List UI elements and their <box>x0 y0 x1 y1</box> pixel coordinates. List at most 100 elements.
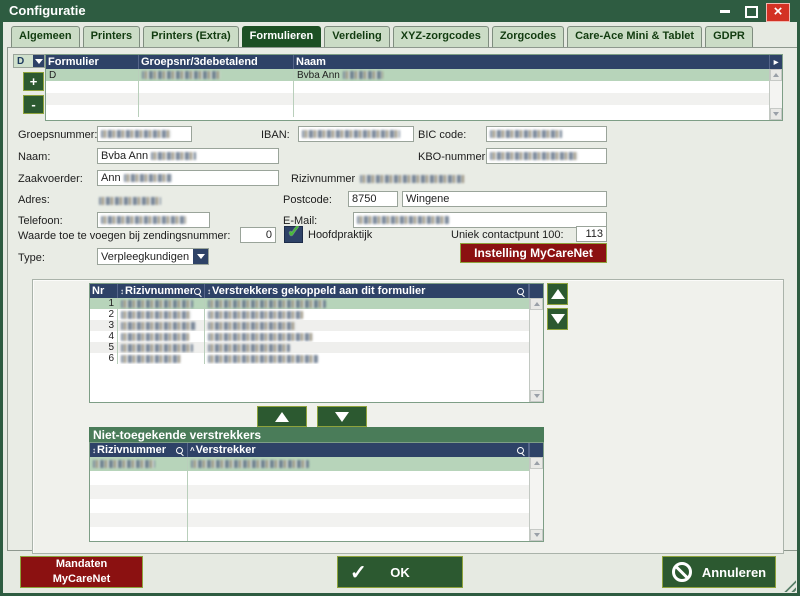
scroll-up-button[interactable] <box>530 457 543 469</box>
title-bar[interactable]: Configuratie × <box>0 0 800 22</box>
table-row[interactable]: 5 <box>90 342 543 353</box>
remove-form-button[interactable]: - <box>23 95 44 114</box>
column-header-formulier[interactable]: Formulier <box>46 55 139 69</box>
column-header-verstrekker[interactable]: ^Verstrekker <box>188 443 529 457</box>
minimize-button[interactable] <box>714 3 736 20</box>
annuleren-button[interactable]: Annuleren <box>662 556 776 588</box>
redacted-text <box>124 174 172 182</box>
tab-formulieren[interactable]: Formulieren <box>242 26 322 48</box>
scroll-down-button[interactable] <box>530 529 543 541</box>
linked-table-scrollbar[interactable] <box>529 298 543 402</box>
zendingsnummer-input[interactable]: 0 <box>240 227 276 243</box>
instelling-mycarenet-button[interactable]: Instelling MyCareNet <box>460 243 607 263</box>
email-input[interactable] <box>353 212 607 228</box>
table-row[interactable] <box>90 499 543 513</box>
move-row-down-button[interactable] <box>547 308 568 330</box>
table-row[interactable] <box>90 527 543 541</box>
forms-table: Formulier Groepsnr/3debetalend Naam ▶ D … <box>45 54 783 121</box>
tab-gdpr[interactable]: GDPR <box>705 26 753 48</box>
search-icon[interactable] <box>517 447 524 454</box>
hoofdpraktijk-checkbox[interactable]: ✓ <box>284 226 303 243</box>
rizivnummer-value-redacted <box>360 175 465 183</box>
arrow-up-icon <box>534 302 540 306</box>
table-row[interactable]: 3 <box>90 320 543 331</box>
scroll-down-button[interactable] <box>530 390 543 402</box>
ok-button[interactable]: ✓ OK <box>337 556 463 588</box>
iban-input[interactable] <box>298 126 414 142</box>
postcode-input[interactable]: 8750 <box>348 191 398 207</box>
redacted-text <box>121 355 181 363</box>
adres-label: Adres: <box>18 194 50 206</box>
linked-verstrekkers-table: Nr ↕Rizivnummer ↕Verstrekkers gekoppeld … <box>89 283 544 403</box>
column-header-naam[interactable]: Naam <box>294 55 769 69</box>
maximize-button[interactable] <box>740 3 762 20</box>
table-row[interactable] <box>90 485 543 499</box>
zaakvoerder-input[interactable]: Ann <box>97 170 279 186</box>
column-header-rizivnummer[interactable]: ↕Rizivnummer <box>90 443 188 457</box>
table-row[interactable]: 6 <box>90 353 543 364</box>
uniek-contactpunt-input[interactable]: 113 <box>576 226 607 242</box>
redacted-text <box>93 460 155 468</box>
assign-verstrekker-button[interactable] <box>257 406 307 427</box>
close-button[interactable]: × <box>766 3 790 22</box>
linked-table-header[interactable]: Nr ↕Rizivnummer ↕Verstrekkers gekoppeld … <box>90 284 543 298</box>
tab-zorgcodes[interactable]: Zorgcodes <box>492 26 564 48</box>
scroll-down-button[interactable] <box>770 108 782 120</box>
unassigned-table-scrollbar[interactable] <box>529 457 543 541</box>
rizivnummer-label: Rizivnummer <box>291 173 355 185</box>
column-header-verstrekkers[interactable]: ↕Verstrekkers gekoppeld aan dit formulie… <box>205 284 529 298</box>
scroll-up-button[interactable] <box>530 298 543 310</box>
naam-input[interactable]: Bvba Ann <box>97 148 279 164</box>
unassigned-table-header[interactable]: ↕Rizivnummer ^Verstrekker <box>90 443 543 457</box>
type-select[interactable]: Verpleegkundigen <box>97 248 209 265</box>
search-icon[interactable] <box>517 288 524 295</box>
arrow-up-icon <box>773 73 779 77</box>
table-row[interactable]: D Bvba Ann <box>46 69 782 81</box>
form-letter-select[interactable]: D <box>13 54 45 68</box>
table-row[interactable]: 2 <box>90 309 543 320</box>
table-row[interactable] <box>46 81 782 93</box>
telefoon-input[interactable] <box>97 212 210 228</box>
table-row[interactable] <box>90 471 543 485</box>
bic-input[interactable] <box>486 126 607 142</box>
search-icon[interactable] <box>176 447 183 454</box>
table-row[interactable] <box>46 105 782 117</box>
type-dropdown-button[interactable] <box>193 249 208 264</box>
scroll-up-button[interactable] <box>770 69 782 81</box>
forms-table-header[interactable]: Formulier Groepsnr/3debetalend Naam ▶ <box>46 55 782 69</box>
redacted-text <box>151 152 196 160</box>
tab-page-formulieren: D + - Formulier Groepsnr/3debetalend Naa… <box>7 47 798 551</box>
resize-grip[interactable] <box>783 579 796 592</box>
arrow-up-icon <box>275 412 289 422</box>
tab-printers[interactable]: Printers <box>83 26 141 48</box>
table-row[interactable]: 4 <box>90 331 543 342</box>
header-scroll-right-button[interactable]: ▶ <box>769 55 782 69</box>
column-header-nr[interactable]: Nr <box>90 284 118 298</box>
kbo-input[interactable] <box>486 148 607 164</box>
tab-algemeen[interactable]: Algemeen <box>11 26 80 48</box>
forms-table-scrollbar[interactable] <box>769 69 782 120</box>
table-row[interactable] <box>90 457 543 471</box>
column-header-rizivnummer[interactable]: ↕Rizivnummer <box>118 284 205 298</box>
gemeente-input[interactable]: Wingene <box>402 191 607 207</box>
tab-xyz-zorgcodes[interactable]: XYZ-zorgcodes <box>393 26 489 48</box>
header-spacer <box>529 284 543 298</box>
table-row[interactable] <box>46 93 782 105</box>
redacted-text <box>208 322 296 330</box>
groepsnummer-input[interactable] <box>97 126 192 142</box>
tab-verdeling[interactable]: Verdeling <box>324 26 390 48</box>
maximize-icon <box>745 6 758 18</box>
tab-printers-extra[interactable]: Printers (Extra) <box>143 26 238 48</box>
redacted-text <box>302 130 400 138</box>
unassign-verstrekker-button[interactable] <box>317 406 367 427</box>
add-form-button[interactable]: + <box>23 72 44 91</box>
column-header-groepsnr[interactable]: Groepsnr/3debetalend <box>139 55 294 69</box>
table-row[interactable] <box>90 513 543 527</box>
move-row-up-button[interactable] <box>547 283 568 305</box>
table-row[interactable]: 1 <box>90 298 543 309</box>
hoofdpraktijk-label: Hoofdpraktijk <box>308 229 372 241</box>
mandaten-mycarenet-button[interactable]: Mandaten MyCareNet <box>20 556 143 588</box>
search-icon[interactable] <box>194 288 201 295</box>
tab-care-ace-mini-tablet[interactable]: Care-Ace Mini & Tablet <box>567 26 702 48</box>
form-letter-dropdown-button[interactable] <box>33 55 44 67</box>
